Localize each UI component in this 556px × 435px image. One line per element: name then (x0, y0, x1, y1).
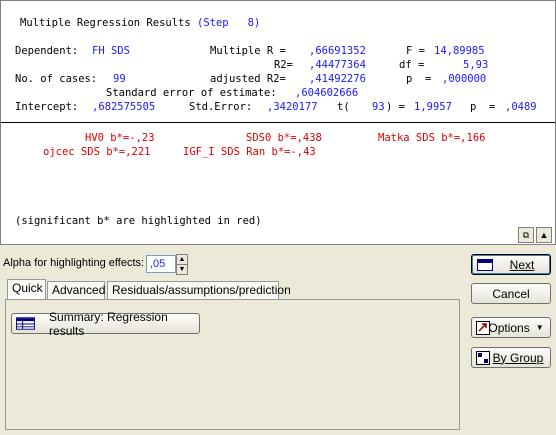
dependent-value: FH SDS (92, 45, 130, 57)
tab-quick[interactable]: Quick (7, 279, 46, 299)
chevron-down-icon: ▼ (535, 323, 544, 332)
tab-advanced[interactable]: Advanced (47, 281, 105, 299)
cancel-label: Cancel (492, 286, 530, 301)
std-err-est-label: Standard error of estimate: (106, 87, 277, 99)
footnote: (significant b* are highlighted in red) (15, 215, 262, 227)
summary-button[interactable]: Summary: Regression results (11, 310, 200, 338)
summary-label: Summary: Regression results (49, 309, 168, 338)
r2-label: R2= (274, 59, 293, 71)
next-icon (477, 259, 493, 271)
by-group-button[interactable]: By Group (471, 347, 551, 368)
t-df: 93 (372, 101, 385, 113)
effect-item: Matka SDS b*=,166 (378, 132, 486, 144)
df-value: 5,93 (463, 59, 489, 71)
r2-value: ,44477364 (309, 59, 366, 71)
f-value: 14,89985 (434, 45, 485, 57)
std-error-label: Std.Error: (189, 101, 253, 113)
dependent-label: Dependent: (15, 45, 79, 57)
p2-label: p = (470, 101, 496, 113)
p-value: ,000000 (442, 73, 487, 85)
intercept-value: ,682575505 (92, 101, 156, 113)
alpha-spinner[interactable]: ▲ ▼ (176, 254, 188, 275)
next-label: Next (509, 257, 535, 272)
options-icon (476, 321, 490, 335)
tab-label: Quick (12, 281, 43, 295)
t-label: t( (337, 101, 350, 113)
multiple-r-label: Multiple R = (210, 45, 286, 57)
options-label: Options (488, 320, 530, 335)
spin-down-icon[interactable]: ▼ (176, 265, 188, 275)
results-pane: Multiple Regression Results (Step 8) Dep… (0, 0, 556, 245)
copy-icon[interactable]: ⧉ (518, 227, 534, 243)
multiple-r-value: ,66691352 (309, 45, 366, 57)
tab-residuals[interactable]: Residuals/assumptions/prediction (107, 281, 291, 299)
df-label: df = (399, 59, 425, 71)
f-label: F = (406, 45, 425, 57)
effect-item: SDS0 b*=,438 (246, 132, 322, 144)
t-eq: ) = (386, 101, 405, 113)
cases-value: 99 (113, 73, 126, 85)
std-error-value: ,3420177 (267, 101, 318, 113)
cancel-button[interactable]: Cancel (471, 283, 551, 304)
next-button[interactable]: Next (471, 254, 551, 275)
by-group-label: By Group (492, 350, 544, 365)
std-err-est-value: ,604602666 (295, 87, 359, 99)
pane-controls: ⧉ ▲ (516, 227, 552, 243)
separator-line (1, 122, 555, 123)
adj-r2-label: adjusted R2= (210, 73, 286, 85)
effect-item: HV0 b*=-,23 (85, 132, 155, 144)
intercept-label: Intercept: (15, 101, 79, 113)
collapse-up-icon[interactable]: ▲ (536, 227, 552, 243)
t-value: 1,9957 (414, 101, 452, 113)
alpha-label: Alpha for highlighting effects: (3, 257, 145, 269)
regression-summary: Multiple Regression Results (Step 8) Dep… (1, 1, 555, 121)
alpha-input[interactable]: ,05 (146, 255, 176, 273)
by-group-icon (476, 351, 490, 365)
tab-label: Advanced (52, 283, 106, 297)
table-icon (16, 317, 36, 330)
p-label: p = (406, 73, 432, 85)
results-title: Multiple Regression Results (Step 8) (20, 17, 261, 29)
adj-r2-value: ,41492276 (309, 73, 366, 85)
tab-label: Residuals/assumptions/prediction (112, 283, 291, 297)
splitter[interactable] (0, 244, 556, 245)
options-button[interactable]: Options ▼ (471, 317, 551, 338)
effect-item: IGF_I SDS Ran b*=-,43 (183, 146, 316, 158)
p2-value: ,0489 (505, 101, 537, 113)
cases-label: No. of cases: (15, 73, 98, 85)
effect-item: ojcec SDS b*=,221 (43, 146, 151, 158)
spin-up-icon[interactable]: ▲ (176, 254, 188, 265)
